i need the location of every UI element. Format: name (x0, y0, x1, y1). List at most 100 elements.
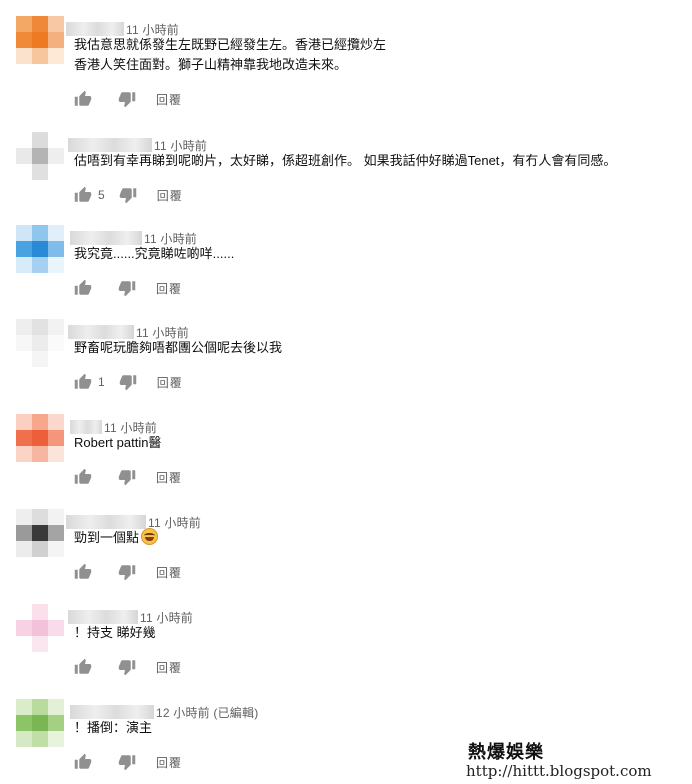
avatar[interactable] (16, 509, 64, 557)
reply-button[interactable]: 回覆 (156, 754, 182, 771)
avatar-pixel (32, 48, 48, 64)
like-count: 5 (98, 188, 105, 202)
reply-button[interactable]: 回覆 (156, 280, 182, 297)
comment-actions: 回覆 (74, 278, 182, 298)
avatar-pixel (16, 430, 32, 446)
comment-text: ！播倒：演主 (74, 718, 152, 738)
avatar-pixel (16, 32, 32, 48)
avatar-pixel (16, 148, 32, 164)
avatar-pixel (32, 319, 48, 335)
avatar-pixel (48, 48, 64, 64)
thumbs-down-icon[interactable] (104, 658, 136, 676)
avatar-pixel (32, 446, 48, 462)
author-name-redacted[interactable] (68, 325, 134, 339)
avatar-pixel (48, 446, 64, 462)
avatar-pixel (32, 335, 48, 351)
thumbs-up-icon[interactable] (74, 658, 92, 676)
comment-text: Robert pattin醫 (74, 433, 161, 453)
avatar-pixel (16, 446, 32, 462)
comment-item: 11 小時前 我估意思就係發生左既野已經發生左。香港已經攬炒左 香港人笑住面對。獅子… (0, 0, 692, 108)
avatar[interactable] (16, 225, 64, 273)
avatar-pixel (32, 509, 48, 525)
watermark-title: 熱爆娛樂 (468, 742, 544, 763)
avatar[interactable] (16, 319, 64, 367)
thumbs-down-icon[interactable] (104, 468, 136, 486)
author-name-redacted[interactable] (68, 138, 152, 152)
reply-button[interactable]: 回覆 (157, 374, 183, 391)
avatar[interactable] (16, 699, 64, 747)
author-name-redacted[interactable] (70, 231, 142, 245)
avatar-pixel (48, 164, 64, 180)
like-count: 1 (98, 375, 105, 389)
avatar-pixel (16, 541, 32, 557)
comment-actions: 回覆 (74, 657, 182, 677)
avatar[interactable] (16, 414, 64, 462)
avatar-pixel (48, 636, 64, 652)
comment-actions: 回覆 (74, 89, 182, 109)
avatar-pixel (16, 620, 32, 636)
comment-text-line: ！持支 睇好幾 (74, 625, 156, 640)
avatar-pixel (32, 257, 48, 273)
avatar-pixel (48, 731, 64, 747)
thumbs-up-icon[interactable] (74, 753, 92, 771)
avatar-pixel (32, 541, 48, 557)
avatar[interactable] (16, 132, 64, 180)
author-name-redacted[interactable] (70, 705, 154, 719)
comment-actions: 回覆 (74, 467, 182, 487)
author-name-redacted[interactable] (66, 515, 146, 529)
comment-item: 11 小時前 野畜呢玩膽夠唔都團公個呢去後以我 1 回覆 (0, 301, 692, 396)
thumbs-up-icon[interactable] (74, 90, 92, 108)
avatar-pixel (48, 225, 64, 241)
avatar-pixel (16, 699, 32, 715)
comment-actions: 回覆 (74, 562, 182, 582)
avatar[interactable] (16, 16, 64, 64)
thumbs-up-icon[interactable] (74, 186, 92, 204)
avatar-pixel (48, 241, 64, 257)
avatar-pixel (16, 335, 32, 351)
author-name-redacted[interactable] (70, 420, 102, 434)
avatar-pixel (48, 351, 64, 367)
avatar-pixel (48, 699, 64, 715)
avatar-pixel (48, 132, 64, 148)
thumbs-down-icon[interactable] (105, 373, 137, 391)
thumbs-up-icon[interactable] (74, 373, 92, 391)
reply-button[interactable]: 回覆 (156, 564, 182, 581)
avatar-pixel (16, 48, 32, 64)
reply-button[interactable]: 回覆 (156, 659, 182, 676)
thumbs-up-icon[interactable] (74, 563, 92, 581)
avatar-pixel (48, 319, 64, 335)
thumbs-down-icon[interactable] (105, 186, 137, 204)
author-name-redacted[interactable] (68, 610, 138, 624)
avatar-pixel (32, 16, 48, 32)
comment-item: 11 小時前 我究竟......究竟睇咗啲咩...... 回覆 (0, 207, 692, 302)
reply-button[interactable]: 回覆 (157, 187, 183, 204)
avatar-pixel (32, 132, 48, 148)
reply-button[interactable]: 回覆 (156, 91, 182, 108)
avatar-pixel (32, 699, 48, 715)
avatar-pixel (32, 636, 48, 652)
comment-item: 11 小時前 估唔到有幸再睇到呢啲片，太好睇，係超班創作。 如果我話仲好睇過Ten… (0, 114, 692, 209)
avatar-pixel (16, 16, 32, 32)
reply-button[interactable]: 回覆 (156, 469, 182, 486)
comment-actions: 5 回覆 (74, 185, 183, 205)
avatar-pixel (16, 731, 32, 747)
avatar-pixel (16, 715, 32, 731)
thumbs-down-icon[interactable] (104, 563, 136, 581)
comment-timestamp[interactable]: 12 小時前 (已編輯) (156, 704, 258, 721)
avatar-pixel (48, 604, 64, 620)
avatar-pixel (48, 541, 64, 557)
avatar-pixel (16, 164, 32, 180)
comment-text: 估唔到有幸再睇到呢啲片，太好睇，係超班創作。 如果我話仲好睇過Tenet，有冇人… (74, 151, 616, 171)
thumbs-up-icon[interactable] (74, 279, 92, 297)
thumbs-down-icon[interactable] (104, 90, 136, 108)
author-name-redacted[interactable] (66, 22, 124, 36)
avatar-pixel (16, 319, 32, 335)
avatar-pixel (48, 335, 64, 351)
thumbs-down-icon[interactable] (104, 279, 136, 297)
thumbs-up-icon[interactable] (74, 468, 92, 486)
avatar-pixel (32, 620, 48, 636)
thumbs-down-icon[interactable] (104, 753, 136, 771)
avatar[interactable] (16, 604, 64, 652)
avatar-pixel (48, 257, 64, 273)
avatar-pixel (48, 16, 64, 32)
